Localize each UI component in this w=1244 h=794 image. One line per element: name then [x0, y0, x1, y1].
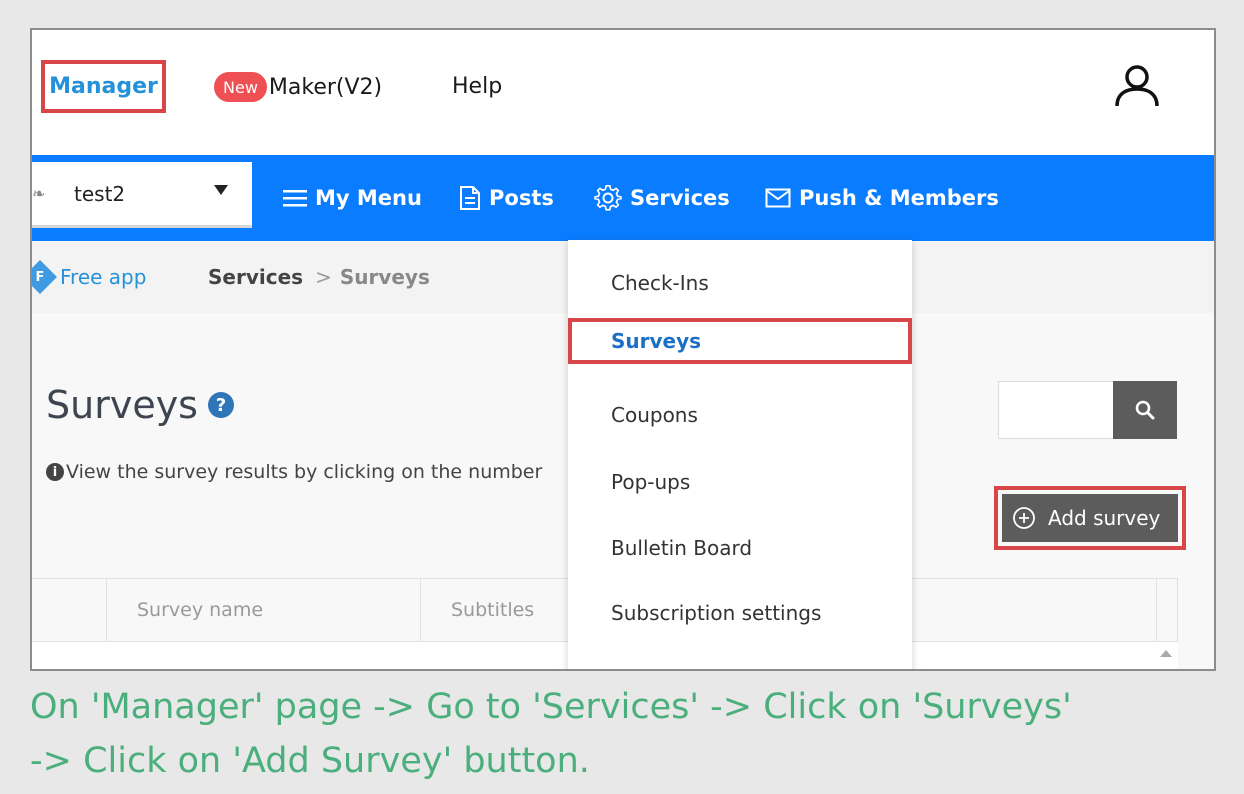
info-message-text: View the survey results by clicking on t…	[66, 461, 543, 483]
gear-icon	[594, 185, 622, 211]
search-button[interactable]	[1113, 381, 1177, 439]
breadcrumb-separator: >	[315, 265, 332, 289]
envelope-icon	[765, 188, 791, 208]
menu-my-menu-label: My Menu	[315, 186, 422, 210]
services-dropdown-menu: Check-Ins Surveys Coupons Pop-ups Bullet…	[568, 240, 912, 669]
document-icon	[460, 186, 480, 210]
nav-maker-label: Maker(V2)	[268, 74, 383, 100]
help-question-icon[interactable]: ?	[207, 392, 234, 418]
breadcrumb-current: Surveys	[339, 265, 430, 289]
nav-manager-link[interactable]: Manager	[41, 60, 166, 113]
menu-posts[interactable]: Posts	[459, 181, 554, 215]
caption-line-2: -> Click on 'Add Survey' button.	[30, 741, 590, 781]
column-survey-name[interactable]: Survey name	[106, 579, 420, 641]
scroll-up-arrow-icon[interactable]	[1160, 650, 1172, 657]
dropdown-item-subscription-settings[interactable]: Subscription settings	[568, 590, 912, 636]
dropdown-item-bulletin-board[interactable]: Bulletin Board	[568, 525, 912, 571]
menu-push-members[interactable]: Push & Members	[765, 181, 999, 215]
dropdown-item-coupons[interactable]: Coupons	[568, 392, 912, 438]
caret-down-icon	[214, 185, 228, 195]
page-title: Surveys ?	[46, 383, 234, 427]
nav-maker-link[interactable]: New Maker(V2)	[214, 70, 382, 104]
free-app-badge[interactable]: F Free app	[32, 260, 147, 294]
dropdown-item-app-preferences[interactable]: App Preferences	[568, 656, 912, 669]
dropdown-item-check-ins[interactable]: Check-Ins	[568, 260, 912, 306]
menu-services-label: Services	[630, 186, 730, 210]
breadcrumb: Services > Surveys	[208, 263, 430, 291]
free-app-label: Free app	[60, 265, 147, 289]
hamburger-icon	[283, 190, 307, 207]
add-survey-label: Add survey	[1048, 506, 1161, 530]
info-icon: i	[46, 463, 64, 481]
user-account-icon[interactable]	[1114, 64, 1160, 108]
new-badge: New	[214, 72, 267, 102]
nav-help-link[interactable]: Help	[452, 70, 502, 104]
search-icon	[1135, 400, 1155, 420]
column-subtitles[interactable]: Subtitles	[420, 579, 570, 641]
add-survey-button[interactable]: Add survey	[1002, 494, 1178, 542]
dropdown-item-surveys[interactable]: Surveys	[568, 318, 912, 364]
free-plan-icon: F	[32, 260, 57, 294]
caption-line-1: On 'Manager' page -> Go to 'Services' ->…	[30, 687, 1072, 727]
instruction-caption: On 'Manager' page -> Go to 'Services' ->…	[30, 680, 1230, 788]
menu-push-members-label: Push & Members	[799, 186, 999, 210]
app-screenshot-frame: Manager New Maker(V2) Help ❧ test2 My Me…	[30, 28, 1216, 671]
plus-circle-icon	[1013, 507, 1035, 529]
top-navigation: Manager New Maker(V2) Help	[32, 30, 1214, 155]
app-logo-icon: ❧	[32, 184, 46, 203]
search-input[interactable]	[998, 381, 1114, 439]
menu-posts-label: Posts	[489, 186, 554, 210]
app-selector-value: test2	[74, 181, 126, 206]
breadcrumb-services[interactable]: Services	[208, 265, 303, 289]
menu-my-menu[interactable]: My Menu	[283, 181, 422, 215]
column-end	[1156, 579, 1178, 641]
page-title-text: Surveys	[46, 383, 198, 427]
main-menu-bar: ❧ test2 My Menu Posts Services Push & Me…	[32, 155, 1214, 241]
info-message: i View the survey results by clicking on…	[46, 461, 542, 483]
add-survey-highlight: Add survey	[994, 486, 1186, 550]
dropdown-item-pop-ups[interactable]: Pop-ups	[568, 459, 912, 505]
app-selector-dropdown[interactable]: ❧ test2	[32, 162, 252, 228]
menu-services[interactable]: Services	[594, 181, 730, 215]
